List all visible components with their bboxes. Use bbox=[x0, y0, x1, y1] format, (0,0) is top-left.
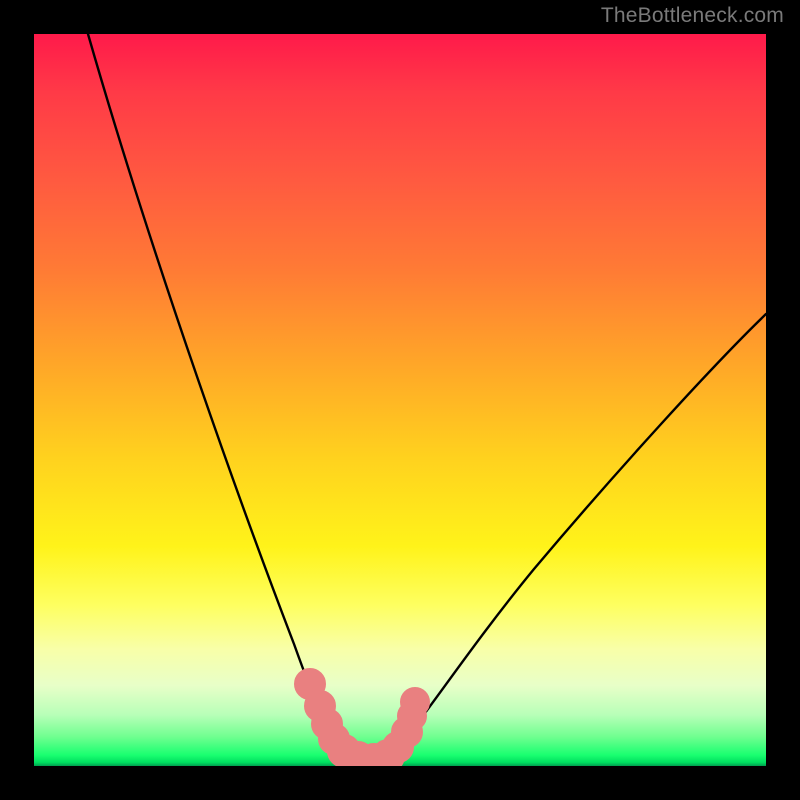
watermark-text: TheBottleneck.com bbox=[601, 4, 784, 28]
left-curve bbox=[88, 34, 342, 750]
right-curve bbox=[394, 314, 766, 750]
pink-marker-group bbox=[301, 675, 423, 766]
plot-area bbox=[34, 34, 766, 766]
curve-layer bbox=[34, 34, 766, 766]
chart-frame: TheBottleneck.com bbox=[0, 0, 800, 800]
